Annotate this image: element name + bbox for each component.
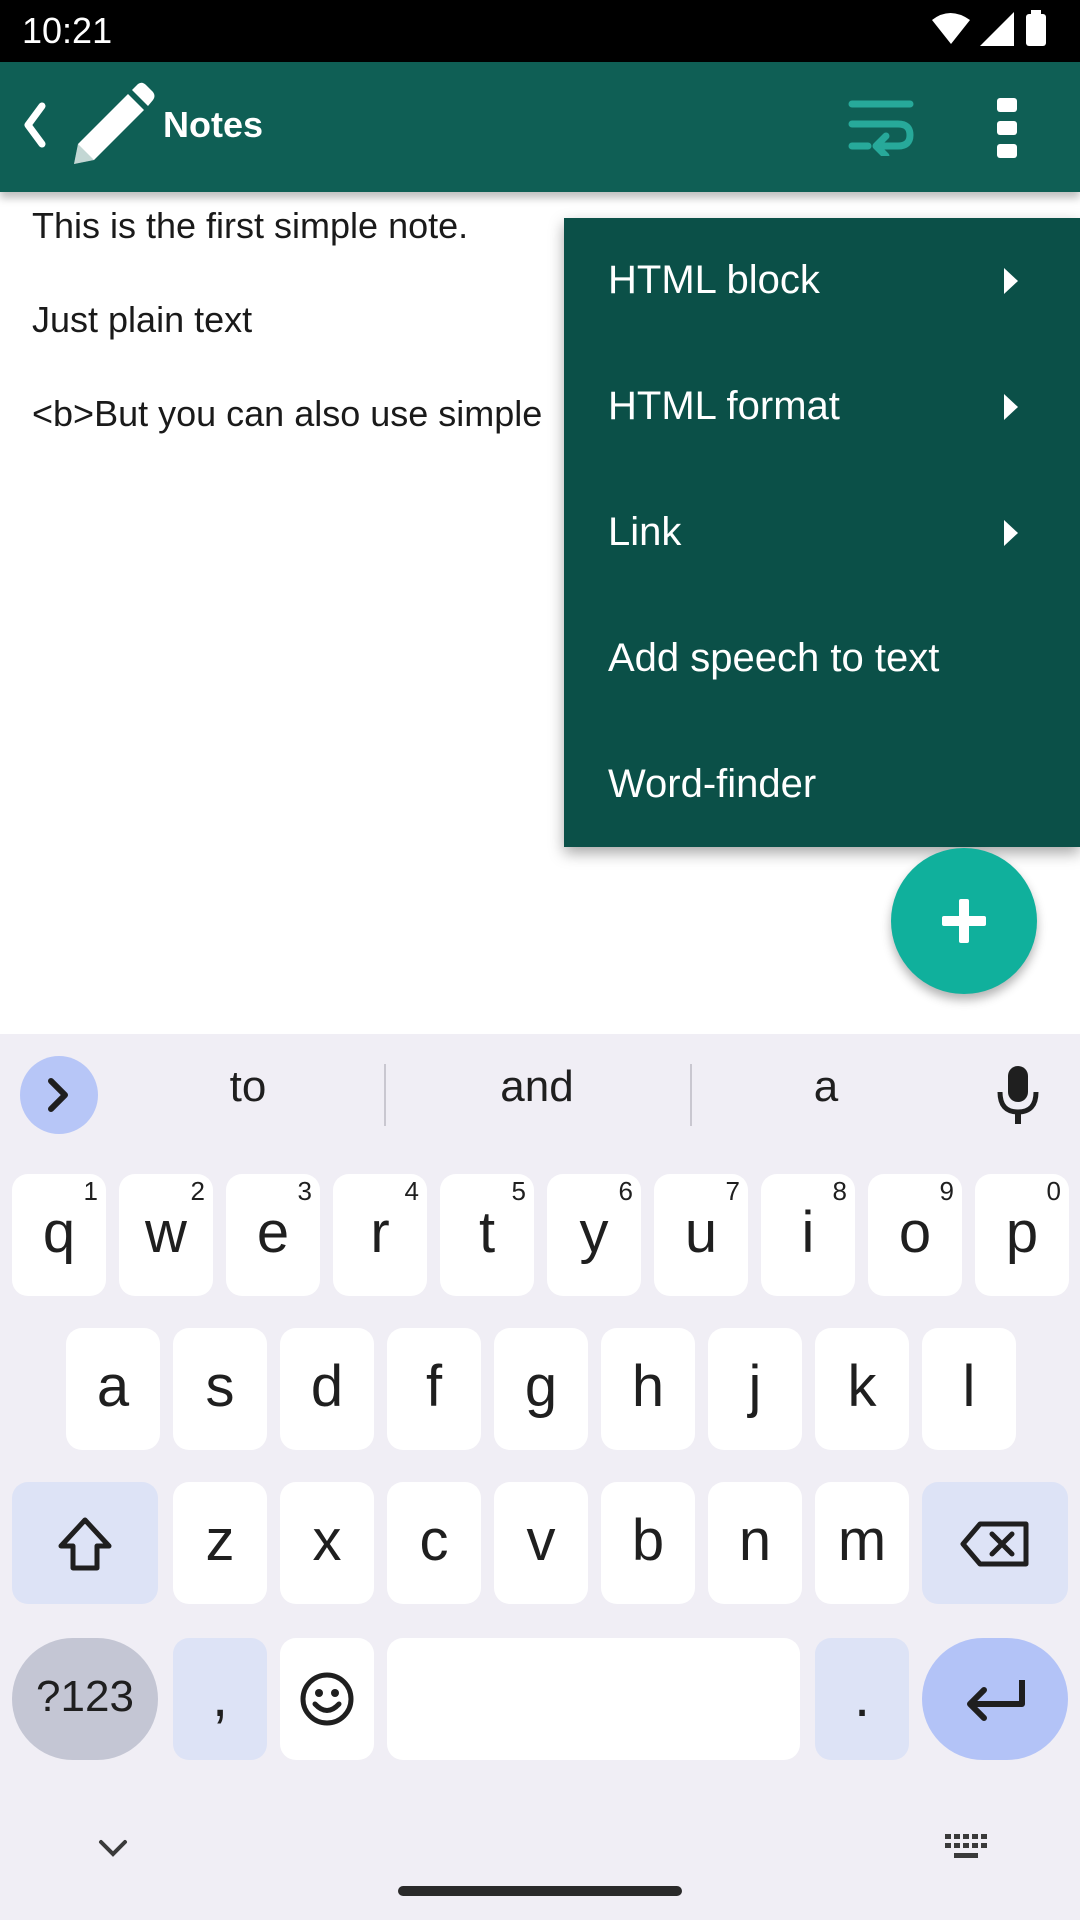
key-h[interactable]: h: [601, 1328, 695, 1450]
key-label: w: [145, 1200, 187, 1265]
enter-icon: [967, 1680, 1025, 1721]
key-m[interactable]: m: [815, 1482, 909, 1604]
submenu-arrow-icon: [1004, 394, 1018, 420]
hide-keyboard-chevron-icon[interactable]: [98, 1838, 128, 1858]
key-x[interactable]: x: [280, 1482, 374, 1604]
back-icon[interactable]: [22, 100, 48, 150]
emoji-icon: [300, 1672, 354, 1726]
soft-keyboard: to and a q1 w2 e3 r4 t5 y6 u7 i8 o9 p0 a…: [0, 1034, 1080, 1920]
key-label: e: [256, 1200, 290, 1265]
wifi-icon: [932, 13, 970, 44]
key-hint: 1: [83, 1176, 98, 1206]
menu-item-label: Link: [608, 510, 682, 554]
key-label: o: [898, 1200, 932, 1265]
key-hint: 3: [297, 1176, 312, 1206]
app-title: Notes: [163, 104, 264, 145]
key-hint: 9: [939, 1176, 954, 1206]
key-s[interactable]: s: [173, 1328, 267, 1450]
menu-item-link[interactable]: Link: [564, 470, 1080, 596]
key-label: t: [478, 1200, 496, 1265]
battery-icon: [1026, 14, 1046, 46]
text-wrap-icon[interactable]: [848, 96, 914, 156]
home-indicator[interactable]: [398, 1886, 682, 1896]
key-hint: 7: [725, 1176, 740, 1206]
key-label: i: [801, 1200, 815, 1265]
key-hint: 4: [404, 1176, 419, 1206]
status-bar: 10:21: [0, 0, 1080, 62]
status-icons: [932, 10, 1046, 46]
suggestion-divider: [384, 1064, 386, 1126]
menu-item-label: HTML format: [608, 384, 840, 428]
plus-icon: [942, 899, 986, 943]
comma-key[interactable]: ,: [173, 1638, 267, 1760]
key-g[interactable]: g: [494, 1328, 588, 1450]
overflow-menu: HTML block HTML format Link Add speech t…: [564, 218, 1080, 847]
backspace-icon: [960, 1521, 1029, 1567]
status-time: 10:21: [22, 10, 113, 51]
expand-toolbar-button[interactable]: [20, 1056, 98, 1134]
key-label: y: [579, 1200, 609, 1265]
suggestion[interactable]: and: [477, 1062, 597, 1112]
period-key[interactable]: .: [815, 1638, 909, 1760]
add-fab-button[interactable]: [891, 848, 1037, 994]
key-y[interactable]: y6: [547, 1174, 641, 1296]
enter-key[interactable]: [922, 1638, 1068, 1760]
menu-item-word-finder[interactable]: Word-finder: [564, 722, 1080, 848]
key-e[interactable]: e3: [226, 1174, 320, 1296]
suggestion[interactable]: to: [198, 1062, 298, 1112]
keyboard-switch-icon[interactable]: [945, 1834, 989, 1860]
menu-item-label: Add speech to text: [608, 636, 940, 680]
menu-item-add-speech-to-text[interactable]: Add speech to text: [564, 596, 1080, 722]
key-o[interactable]: o9: [868, 1174, 962, 1296]
key-label: q: [42, 1200, 76, 1265]
key-hint: 2: [190, 1176, 205, 1206]
emoji-key[interactable]: [280, 1638, 374, 1760]
key-label: u: [684, 1200, 718, 1265]
microphone-icon[interactable]: [995, 1064, 1041, 1126]
key-j[interactable]: j: [708, 1328, 802, 1450]
app-bar: Notes: [0, 62, 1080, 192]
key-c[interactable]: c: [387, 1482, 481, 1604]
key-w[interactable]: w2: [119, 1174, 213, 1296]
suggestion[interactable]: a: [776, 1062, 876, 1112]
key-hint: 8: [832, 1176, 847, 1206]
key-v[interactable]: v: [494, 1482, 588, 1604]
key-p[interactable]: p0: [975, 1174, 1069, 1296]
menu-item-label: Word-finder: [608, 762, 817, 806]
key-n[interactable]: n: [708, 1482, 802, 1604]
backspace-key[interactable]: [922, 1482, 1068, 1604]
space-key[interactable]: [387, 1638, 800, 1760]
key-b[interactable]: b: [601, 1482, 695, 1604]
more-options-icon[interactable]: [995, 98, 1019, 158]
key-z[interactable]: z: [173, 1482, 267, 1604]
key-label: p: [1005, 1200, 1039, 1265]
key-hint: 0: [1046, 1176, 1061, 1206]
key-hint: 5: [511, 1176, 526, 1206]
key-d[interactable]: d: [280, 1328, 374, 1450]
suggestion-divider: [690, 1064, 692, 1126]
menu-item-html-format[interactable]: HTML format: [564, 344, 1080, 470]
menu-item-label: HTML block: [608, 258, 820, 302]
key-label: r: [370, 1200, 390, 1265]
key-i[interactable]: i8: [761, 1174, 855, 1296]
submenu-arrow-icon: [1004, 520, 1018, 546]
key-f[interactable]: f: [387, 1328, 481, 1450]
key-k[interactable]: k: [815, 1328, 909, 1450]
signal-icon: [980, 12, 1014, 46]
submenu-arrow-icon: [1004, 268, 1018, 294]
pencil-icon: [74, 82, 155, 164]
key-l[interactable]: l: [922, 1328, 1016, 1450]
shift-key[interactable]: [12, 1482, 158, 1604]
key-r[interactable]: r4: [333, 1174, 427, 1296]
chevron-right-icon: [48, 1078, 68, 1112]
shift-icon: [58, 1517, 112, 1571]
key-q[interactable]: q1: [12, 1174, 106, 1296]
menu-item-html-block[interactable]: HTML block: [564, 218, 1080, 344]
key-u[interactable]: u7: [654, 1174, 748, 1296]
key-hint: 6: [618, 1176, 633, 1206]
key-a[interactable]: a: [66, 1328, 160, 1450]
key-t[interactable]: t5: [440, 1174, 534, 1296]
symbols-key[interactable]: ?123: [12, 1638, 158, 1760]
